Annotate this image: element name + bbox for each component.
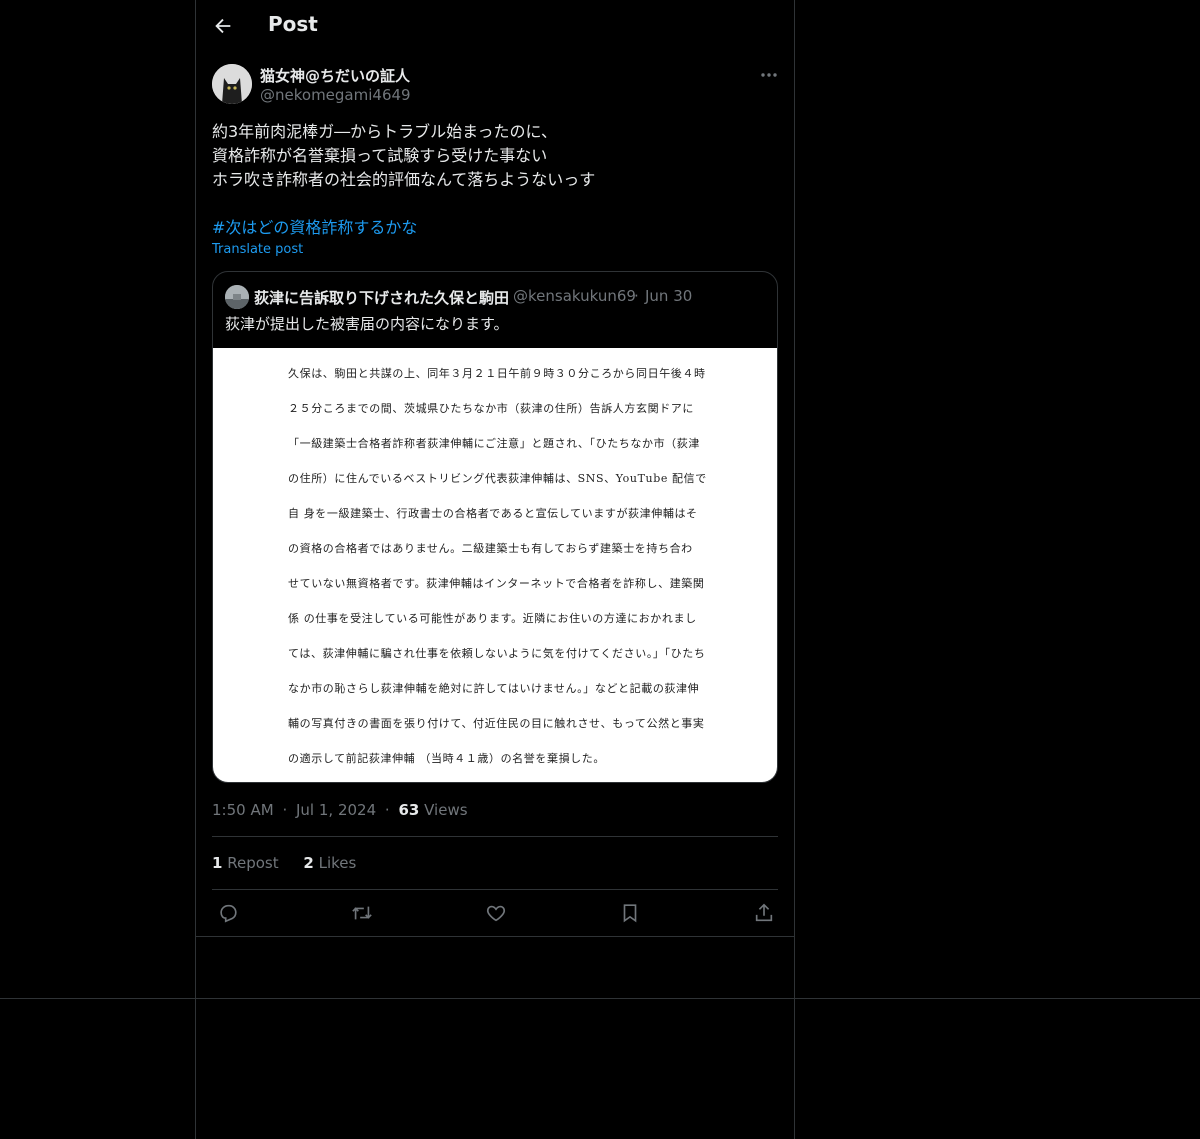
document-line: の適示して前記荻津伸輔 （当時４１歳）の名誉を棄損した。 xyxy=(288,752,605,765)
more-icon[interactable] xyxy=(758,66,780,84)
post-text: 約3年前肉泥棒ガ―からトラブル始まったのに、 資格詐称が名誉棄損って試験すら受け… xyxy=(212,120,778,240)
views-label: Views xyxy=(424,801,468,819)
quoted-text: 荻津が提出した被害届の内容になります。 xyxy=(225,315,509,333)
author-handle[interactable]: @nekomegami4649 xyxy=(260,86,411,104)
divider xyxy=(212,836,778,837)
document-line: なか市の恥さらし荻津伸輔を絶対に許してはいけません。」などと記載の荻津伸 xyxy=(288,682,700,695)
back-arrow-icon[interactable] xyxy=(212,15,234,37)
repost-icon[interactable] xyxy=(351,902,373,924)
action-bar xyxy=(196,890,794,936)
document-line: 久保は、駒田と共謀の上、同年３月２１日午前９時３０分ころから同日午後４時 xyxy=(288,367,706,380)
likes-label: Likes xyxy=(318,854,357,872)
bookmark-icon[interactable] xyxy=(619,902,641,924)
document-line: 自 身を一級建築士、行政書士の合格者であると宣伝していますが荻津伸輔はそ xyxy=(288,507,698,520)
header: Post xyxy=(196,0,794,53)
separator-dot: · xyxy=(282,801,288,819)
document-line: ２５分ころまでの間、茨城県ひたちなか市（荻津の住所）告訴人方玄関ドアに xyxy=(288,402,694,415)
quoted-author-handle: @kensakukun69 xyxy=(513,287,636,305)
quoted-avatar xyxy=(225,285,249,309)
hashtag-link[interactable]: #次はどの資格詐称するかな xyxy=(212,216,778,240)
document-line: の住所）に住んでいるベストリビング代表荻津伸輔は、SNS、YouTube 配信で xyxy=(288,472,707,485)
document-line: ては、荻津伸輔に騙され仕事を依頼しないように気を付けてください。」「ひたち xyxy=(288,647,706,660)
like-icon[interactable] xyxy=(485,902,507,924)
engagement-stats: 1 Repost 2 Likes xyxy=(212,854,376,872)
document-line: 「一級建築士合格者詐称者荻津伸輔にご注意」と題され、「ひたちなか市（荻津 xyxy=(288,437,700,450)
reply-icon[interactable] xyxy=(217,902,239,924)
likes-stat[interactable]: 2 Likes xyxy=(303,854,356,872)
document-line: の資格の合格者ではありません。二級建築士も有しておらず建築士を持ち合わ xyxy=(288,542,693,555)
views-count: 63 xyxy=(398,801,420,819)
page-title: Post xyxy=(268,12,318,36)
post-line: 約3年前肉泥棒ガ―からトラブル始まったのに、 xyxy=(212,122,558,141)
document-line: せていない無資格者です。荻津伸輔はインターネットで合格者を詐称し、建築関 xyxy=(288,577,705,590)
quoted-document-image[interactable]: 久保は、駒田と共謀の上、同年３月２１日午前９時３０分ころから同日午後４時 ２５分… xyxy=(213,348,777,782)
avatar[interactable] xyxy=(212,64,252,104)
quoted-date: Jun 30 xyxy=(645,287,693,305)
reposts-count: 1 xyxy=(212,854,223,872)
divider xyxy=(196,936,794,937)
quoted-author-name: 荻津に告訴取り下げされた久保と駒田 xyxy=(254,289,510,307)
author-name[interactable]: 猫女神@ちだいの証人 xyxy=(260,65,410,86)
post-date[interactable]: Jul 1, 2024 xyxy=(296,801,376,819)
document-line: 係 の仕事を受注している可能性があります。近隣にお住いの方達におかれまし xyxy=(288,612,697,625)
document-line: 輔の写真付きの書面を張り付けて、付近住民の目に触れさせ、もって公然と事実 xyxy=(288,717,705,730)
reposts-label: Repost xyxy=(227,854,279,872)
likes-count: 2 xyxy=(303,854,314,872)
post-column: Post 猫女神@ちだいの証人 @nekomegami4649 約3年前肉泥棒ガ… xyxy=(195,0,795,1139)
quoted-post[interactable]: 荻津に告訴取り下げされた久保と駒田 @kensakukun69 · Jun 30… xyxy=(212,271,778,783)
separator-dot: · xyxy=(634,287,639,305)
separator-dot: · xyxy=(384,801,390,819)
post-meta: 1:50 AM · Jul 1, 2024 · 63 Views xyxy=(212,801,468,819)
translate-post-link[interactable]: Translate post xyxy=(212,242,303,257)
post-line: ホラ吹き詐称者の社会的評価なんて落ちようないっす xyxy=(212,170,596,189)
share-icon[interactable] xyxy=(753,902,775,924)
reposts-stat[interactable]: 1 Repost xyxy=(212,854,279,872)
post-time[interactable]: 1:50 AM xyxy=(212,801,274,819)
post-line: 資格詐称が名誉棄損って試験すら受けた事ない xyxy=(212,146,548,165)
